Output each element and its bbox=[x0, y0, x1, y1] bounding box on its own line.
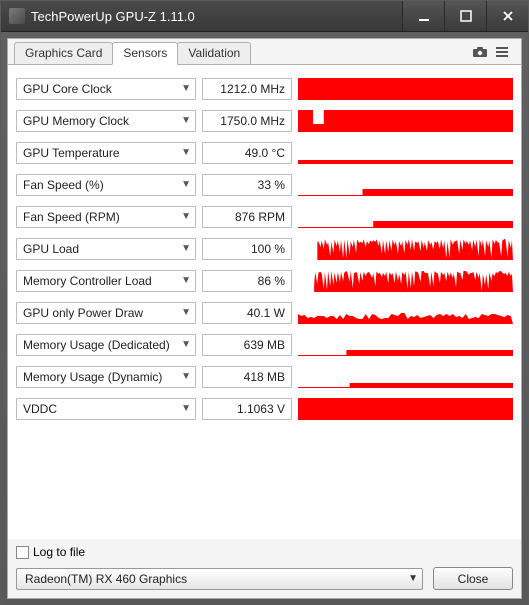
sensor-graph bbox=[298, 270, 513, 292]
log-to-file-label: Log to file bbox=[33, 545, 85, 559]
chevron-down-icon: ▼ bbox=[181, 115, 191, 126]
bottom-bar: Log to file Radeon(TM) RX 460 Graphics ▼… bbox=[8, 539, 521, 598]
chevron-down-icon: ▼ bbox=[181, 147, 191, 158]
sensor-label-text: Fan Speed (%) bbox=[23, 178, 104, 192]
sensor-graph bbox=[298, 206, 513, 228]
sensors-content: GPU Core Clock ▼ 1212.0 MHz GPU Memory C… bbox=[8, 65, 521, 539]
sensor-label-dropdown[interactable]: Memory Usage (Dedicated) ▼ bbox=[16, 334, 196, 356]
titlebar: TechPowerUp GPU-Z 1.11.0 bbox=[1, 1, 528, 32]
sensor-value: 639 MB bbox=[202, 334, 292, 356]
sensor-row: VDDC ▼ 1.1063 V bbox=[16, 395, 513, 422]
sensor-value: 33 % bbox=[202, 174, 292, 196]
sensor-value: 418 MB bbox=[202, 366, 292, 388]
sensor-value: 1.1063 V bbox=[202, 398, 292, 420]
sensor-graph bbox=[298, 174, 513, 196]
sensor-graph bbox=[298, 78, 513, 100]
sensor-graph bbox=[298, 238, 513, 260]
main-panel: Graphics Card Sensors Validation GPU Cor… bbox=[7, 38, 522, 599]
sensor-label-text: GPU Temperature bbox=[23, 146, 120, 160]
sensor-row: GPU only Power Draw ▼ 40.1 W bbox=[16, 299, 513, 326]
sensor-label-dropdown[interactable]: GPU Memory Clock ▼ bbox=[16, 110, 196, 132]
sensor-value: 876 RPM bbox=[202, 206, 292, 228]
sensor-row: Memory Usage (Dedicated) ▼ 639 MB bbox=[16, 331, 513, 358]
sensor-row: Memory Controller Load ▼ 86 % bbox=[16, 267, 513, 294]
sensor-value: 40.1 W bbox=[202, 302, 292, 324]
menu-icon[interactable] bbox=[493, 43, 511, 61]
window-buttons bbox=[402, 1, 528, 31]
sensor-label-dropdown[interactable]: Memory Controller Load ▼ bbox=[16, 270, 196, 292]
footer-row: Radeon(TM) RX 460 Graphics ▼ Close bbox=[16, 567, 513, 590]
sensor-label-dropdown[interactable]: GPU Core Clock ▼ bbox=[16, 78, 196, 100]
sensor-label-text: Memory Controller Load bbox=[23, 274, 152, 288]
chevron-down-icon: ▼ bbox=[181, 243, 191, 254]
camera-icon[interactable] bbox=[471, 43, 489, 61]
chevron-down-icon: ▼ bbox=[181, 371, 191, 382]
sensor-label-text: Memory Usage (Dynamic) bbox=[23, 370, 162, 384]
sensor-row: GPU Memory Clock ▼ 1750.0 MHz bbox=[16, 107, 513, 134]
log-to-file-row: Log to file bbox=[16, 545, 513, 559]
sensor-row: Fan Speed (%) ▼ 33 % bbox=[16, 171, 513, 198]
tab-sensors[interactable]: Sensors bbox=[112, 42, 178, 65]
sensor-value: 49.0 °C bbox=[202, 142, 292, 164]
window-frame: Graphics Card Sensors Validation GPU Cor… bbox=[1, 32, 528, 605]
minimize-button[interactable] bbox=[402, 1, 444, 31]
sensor-label-dropdown[interactable]: Fan Speed (RPM) ▼ bbox=[16, 206, 196, 228]
sensor-label-text: GPU only Power Draw bbox=[23, 306, 143, 320]
app-icon bbox=[9, 8, 25, 24]
chevron-down-icon: ▼ bbox=[181, 179, 191, 190]
gpu-select-value: Radeon(TM) RX 460 Graphics bbox=[25, 572, 187, 586]
log-to-file-checkbox[interactable] bbox=[16, 546, 29, 559]
sensor-label-text: VDDC bbox=[23, 402, 57, 416]
sensor-label-text: GPU Memory Clock bbox=[23, 114, 129, 128]
sensor-label-dropdown[interactable]: GPU Load ▼ bbox=[16, 238, 196, 260]
sensor-graph bbox=[298, 398, 513, 420]
sensor-row: Memory Usage (Dynamic) ▼ 418 MB bbox=[16, 363, 513, 390]
sensor-label-dropdown[interactable]: GPU Temperature ▼ bbox=[16, 142, 196, 164]
chevron-down-icon: ▼ bbox=[181, 403, 191, 414]
window-title: TechPowerUp GPU-Z 1.11.0 bbox=[31, 9, 402, 24]
sensor-graph bbox=[298, 334, 513, 356]
sensor-value: 1750.0 MHz bbox=[202, 110, 292, 132]
sensor-value: 1212.0 MHz bbox=[202, 78, 292, 100]
sensor-label-dropdown[interactable]: Fan Speed (%) ▼ bbox=[16, 174, 196, 196]
sensor-graph bbox=[298, 366, 513, 388]
sensor-label-text: GPU Core Clock bbox=[23, 82, 112, 96]
sensor-row: GPU Core Clock ▼ 1212.0 MHz bbox=[16, 75, 513, 102]
sensor-graph bbox=[298, 142, 513, 164]
tab-graphics-card[interactable]: Graphics Card bbox=[14, 42, 113, 64]
sensor-value: 100 % bbox=[202, 238, 292, 260]
sensor-label-dropdown[interactable]: VDDC ▼ bbox=[16, 398, 196, 420]
sensor-label-dropdown[interactable]: Memory Usage (Dynamic) ▼ bbox=[16, 366, 196, 388]
chevron-down-icon: ▼ bbox=[181, 307, 191, 318]
close-button-label: Close bbox=[458, 572, 489, 586]
sensor-graph bbox=[298, 110, 513, 132]
chevron-down-icon: ▼ bbox=[181, 211, 191, 222]
chevron-down-icon: ▼ bbox=[181, 339, 191, 350]
close-window-button[interactable] bbox=[486, 1, 528, 31]
chevron-down-icon: ▼ bbox=[408, 573, 418, 584]
sensor-label-dropdown[interactable]: GPU only Power Draw ▼ bbox=[16, 302, 196, 324]
chevron-down-icon: ▼ bbox=[181, 83, 191, 94]
sensor-row: GPU Temperature ▼ 49.0 °C bbox=[16, 139, 513, 166]
sensor-value: 86 % bbox=[202, 270, 292, 292]
chevron-down-icon: ▼ bbox=[181, 275, 191, 286]
sensor-row: Fan Speed (RPM) ▼ 876 RPM bbox=[16, 203, 513, 230]
sensor-graph bbox=[298, 302, 513, 324]
gpu-select-dropdown[interactable]: Radeon(TM) RX 460 Graphics ▼ bbox=[16, 568, 423, 590]
tab-validation[interactable]: Validation bbox=[177, 42, 251, 64]
close-button[interactable]: Close bbox=[433, 567, 513, 590]
sensor-label-text: Fan Speed (RPM) bbox=[23, 210, 120, 224]
tab-bar: Graphics Card Sensors Validation bbox=[8, 39, 521, 65]
sensor-label-text: Memory Usage (Dedicated) bbox=[23, 338, 170, 352]
sensor-label-text: GPU Load bbox=[23, 242, 79, 256]
maximize-button[interactable] bbox=[444, 1, 486, 31]
sensor-row: GPU Load ▼ 100 % bbox=[16, 235, 513, 262]
